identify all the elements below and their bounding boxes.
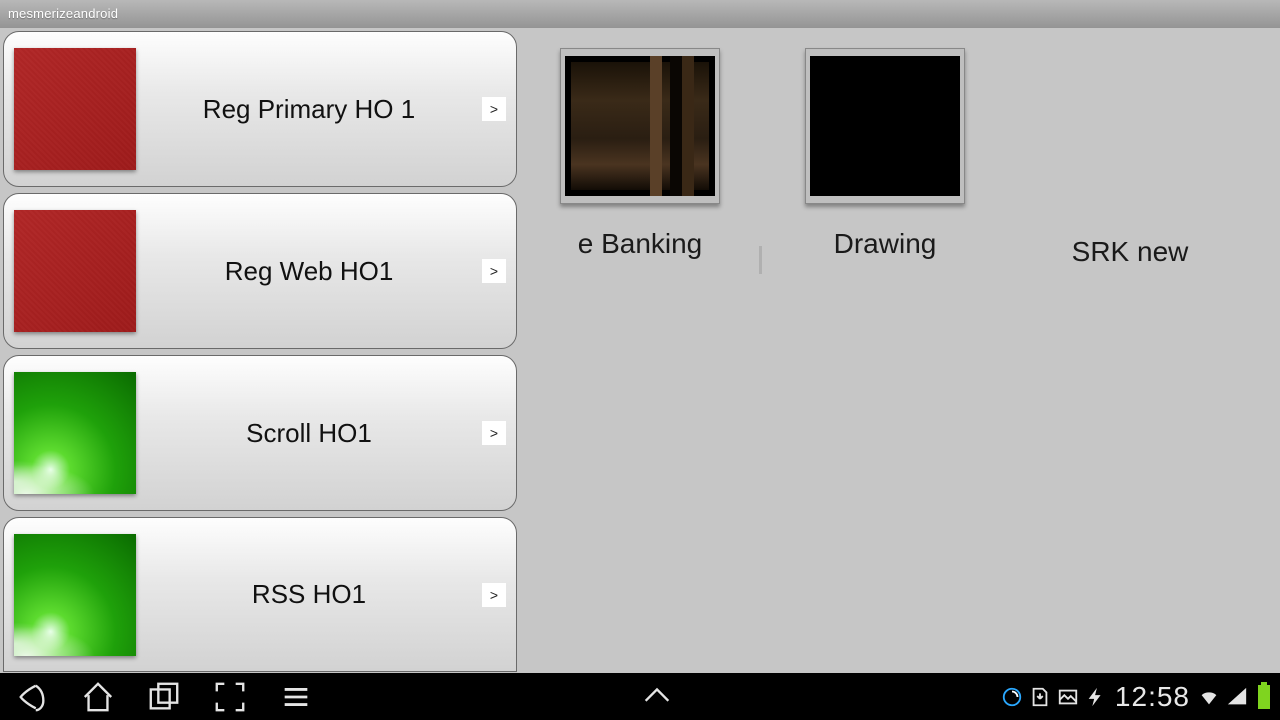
- divider: [759, 246, 762, 274]
- grid-item-srk[interactable]: SRK new: [1050, 48, 1210, 268]
- content-area: Reg Primary HO 1 > Reg Web HO1 > Scroll …: [0, 28, 1280, 673]
- thumbnail-image: [810, 56, 960, 196]
- system-navbar: 12:58: [0, 673, 1280, 720]
- left-list-panel: Reg Primary HO 1 > Reg Web HO1 > Scroll …: [0, 28, 520, 673]
- thumbnail-icon: [14, 534, 136, 656]
- chevron-right-icon[interactable]: >: [482, 259, 506, 283]
- download-icon: [1029, 686, 1051, 708]
- clock-time: 12:58: [1115, 681, 1190, 713]
- expand-up-icon[interactable]: [639, 679, 675, 715]
- chevron-right-icon[interactable]: >: [482, 97, 506, 121]
- right-grid-panel: e Banking Drawing SRK new: [520, 28, 1280, 673]
- thumbnail-frame: [560, 48, 720, 204]
- thumbnail-icon: [14, 210, 136, 332]
- signal-icon: [1226, 686, 1248, 708]
- home-icon[interactable]: [80, 679, 116, 715]
- thumbnail-image: [565, 56, 715, 196]
- list-item-reg-primary[interactable]: Reg Primary HO 1 >: [3, 31, 517, 187]
- chevron-right-icon[interactable]: >: [482, 421, 506, 445]
- wifi-icon: [1198, 686, 1220, 708]
- thumbnail-icon: [14, 372, 136, 494]
- list-item-label: RSS HO1: [136, 579, 482, 610]
- navbar-right: 12:58: [1001, 681, 1270, 713]
- back-icon[interactable]: [14, 679, 50, 715]
- charging-icon: [1085, 686, 1107, 708]
- list-item-label: Reg Primary HO 1: [136, 94, 482, 125]
- thumbnail-frame: [805, 48, 965, 204]
- chevron-right-icon[interactable]: >: [482, 583, 506, 607]
- list-item-label: Scroll HO1: [136, 418, 482, 449]
- navbar-left: [10, 679, 314, 715]
- list-item-reg-web[interactable]: Reg Web HO1 >: [3, 193, 517, 349]
- sync-icon: [1001, 686, 1023, 708]
- picture-icon: [1057, 686, 1079, 708]
- list-item-label: Reg Web HO1: [136, 256, 482, 287]
- grid-item-drawing[interactable]: Drawing: [805, 48, 965, 268]
- window-title: mesmerizeandroid: [8, 6, 118, 21]
- grid-item-label: e Banking: [578, 228, 703, 260]
- window-titlebar: mesmerizeandroid: [0, 0, 1280, 28]
- screenshot-icon[interactable]: [212, 679, 248, 715]
- thumbnail-icon: [14, 48, 136, 170]
- battery-icon: [1258, 685, 1270, 709]
- grid-item-label: SRK new: [1072, 236, 1189, 268]
- list-item-scroll[interactable]: Scroll HO1 >: [3, 355, 517, 511]
- grid-item-label: Drawing: [834, 228, 937, 260]
- menu-icon[interactable]: [278, 679, 314, 715]
- navbar-center: [314, 679, 1001, 715]
- recent-apps-icon[interactable]: [146, 679, 182, 715]
- list-item-rss[interactable]: RSS HO1 >: [3, 517, 517, 672]
- thumbnail-grid: e Banking Drawing SRK new: [560, 48, 1280, 268]
- grid-item-banking[interactable]: e Banking: [560, 48, 720, 268]
